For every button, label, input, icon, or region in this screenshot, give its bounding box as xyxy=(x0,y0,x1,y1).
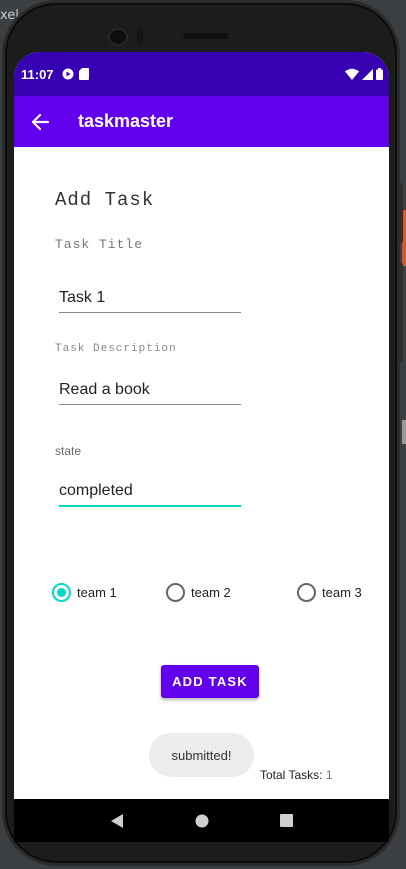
volume-button xyxy=(399,263,403,363)
team-1-radio[interactable]: team 1 xyxy=(52,583,117,602)
home-circle-icon[interactable] xyxy=(195,814,209,828)
state-label: state xyxy=(55,444,82,458)
battery-icon xyxy=(376,68,383,80)
camera-sensor xyxy=(137,30,143,42)
radio-unchecked-icon xyxy=(297,583,316,602)
add-task-button[interactable]: ADD TASK xyxy=(161,665,259,698)
radio-checked-icon xyxy=(52,583,71,602)
app-title: taskmaster xyxy=(78,111,174,131)
team-2-label: team 2 xyxy=(191,585,231,600)
team-3-radio[interactable]: team 3 xyxy=(297,583,362,602)
sd-card-icon xyxy=(78,68,89,80)
play-protect-icon xyxy=(62,68,74,80)
desktop-strip-gray xyxy=(402,420,406,444)
task-description-label: Task Description xyxy=(55,343,177,355)
total-tasks: Total Tasks: 1 xyxy=(260,768,333,782)
page-heading: Add Task xyxy=(55,189,155,211)
task-description-input[interactable] xyxy=(59,375,241,405)
arrow-back-icon xyxy=(31,113,49,130)
total-tasks-label: Total Tasks: xyxy=(260,768,323,782)
task-title-input[interactable] xyxy=(59,283,241,313)
status-time: 11:07 xyxy=(21,66,54,82)
recents-square-icon[interactable] xyxy=(280,814,294,827)
app-screen: 11:07 taskmaster Add Task Task Title Tas… xyxy=(14,52,389,842)
back-triangle-icon[interactable] xyxy=(110,813,124,829)
signal-icon xyxy=(362,68,373,80)
status-bar: 11:07 xyxy=(14,52,389,96)
system-nav-bar xyxy=(14,799,389,842)
toast-message: submitted! xyxy=(149,733,254,777)
total-tasks-count: 1 xyxy=(325,768,333,782)
power-button xyxy=(399,183,403,243)
radio-unchecked-icon xyxy=(166,583,185,602)
team-3-label: team 3 xyxy=(322,585,362,600)
app-bar: taskmaster xyxy=(14,96,389,147)
state-input[interactable] xyxy=(59,477,241,507)
front-camera xyxy=(108,28,128,46)
add-task-form: Add Task Task Title Task Description sta… xyxy=(14,147,389,798)
team-1-label: team 1 xyxy=(77,585,117,600)
task-title-label: Task Title xyxy=(55,237,144,252)
earpiece-speaker xyxy=(183,33,229,39)
back-button[interactable] xyxy=(14,96,66,147)
team-2-radio[interactable]: team 2 xyxy=(166,583,231,602)
wifi-icon xyxy=(345,68,359,80)
